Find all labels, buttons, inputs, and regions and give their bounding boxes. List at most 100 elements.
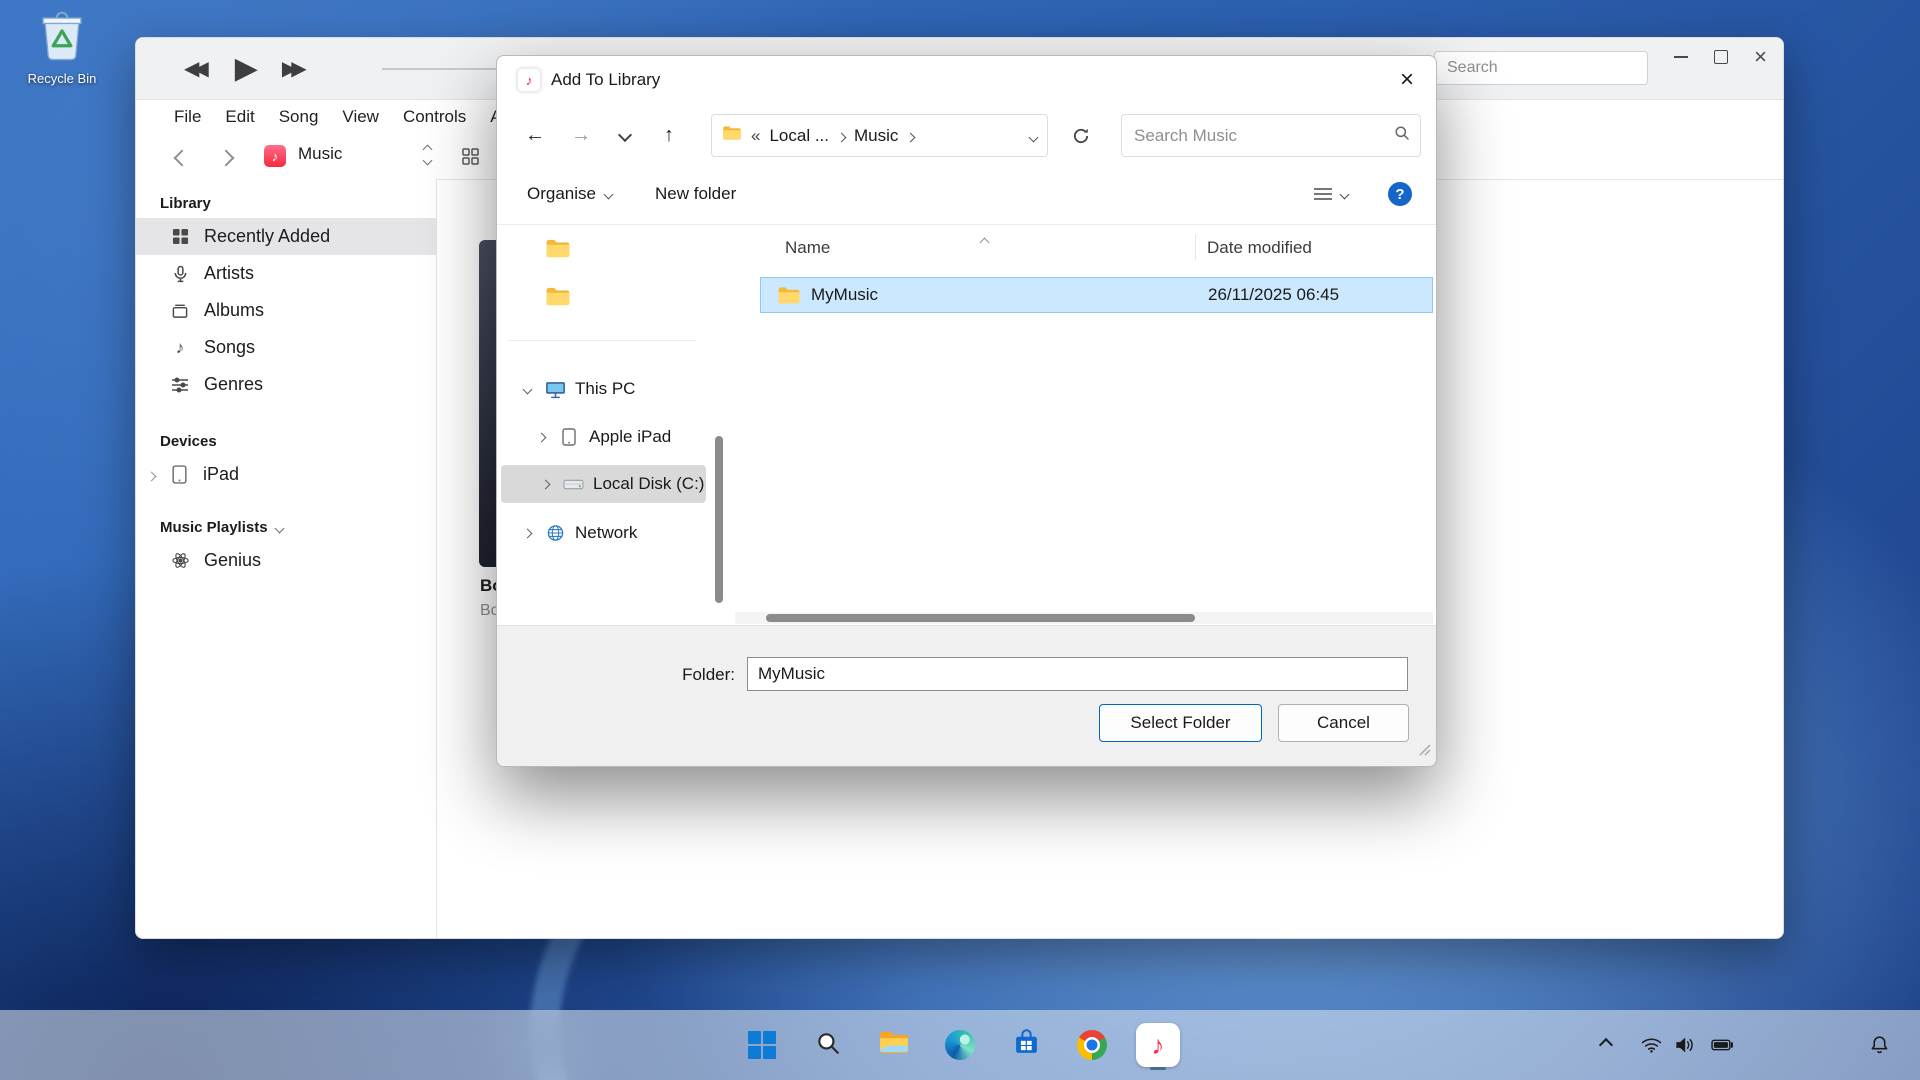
dialog-search-input[interactable] (1132, 125, 1394, 147)
scrollbar-thumb[interactable] (766, 614, 1195, 622)
file-row-mymusic[interactable]: MyMusic 26/11/2025 06:45 (760, 277, 1433, 313)
file-explorer-icon (878, 1029, 910, 1061)
sidebar-item-label: iPad (203, 464, 239, 485)
cancel-button[interactable]: Cancel (1278, 704, 1409, 742)
app-search-input[interactable] (1434, 51, 1648, 85)
tree-item-this-pc[interactable]: This PC (497, 370, 708, 408)
nav-back-button[interactable]: ← (515, 106, 555, 164)
rewind-button[interactable]: ◀◀ (184, 56, 211, 81)
maximize-button[interactable] (1714, 50, 1728, 64)
help-button[interactable]: ? (1388, 182, 1412, 206)
folder-icon[interactable] (545, 286, 571, 312)
minimize-button[interactable] (1674, 56, 1688, 58)
microsoft-store-button[interactable] (1003, 1022, 1049, 1068)
tree-item-network[interactable]: Network (497, 514, 708, 552)
sidebar-playlists-header: Music Playlists (160, 519, 436, 536)
nav-back-icon[interactable] (176, 151, 188, 169)
tree-item-label: Apple iPad (589, 427, 671, 447)
nav-forward-icon[interactable] (220, 151, 232, 169)
folder-field-label: Folder: (597, 665, 735, 685)
scrollbar-thumb[interactable] (715, 436, 723, 603)
sidebar-item-label: Songs (204, 337, 255, 358)
breadcrumb-item[interactable]: Local ... (769, 126, 829, 146)
sidebar-item-albums[interactable]: Albums (136, 292, 436, 329)
dialog-close-button[interactable]: × (1380, 58, 1434, 101)
nav-forward-button[interactable]: → (561, 106, 601, 164)
hidden-icons-chevron[interactable] (1592, 1040, 1620, 1050)
sidebar-item-genres[interactable]: Genres (136, 366, 436, 403)
dialog-search-field[interactable] (1121, 114, 1421, 157)
notification-bell-icon[interactable] (1862, 1035, 1896, 1056)
wifi-icon[interactable] (1636, 1037, 1666, 1054)
sidebar-item-genius[interactable]: Genius (136, 542, 436, 579)
tree-item-apple-ipad[interactable]: Apple iPad (497, 418, 708, 456)
collapse-chevron-icon[interactable] (276, 519, 283, 536)
apple-music-button[interactable]: ♪ (1135, 1022, 1181, 1068)
breadcrumb-overflow[interactable]: « (751, 126, 760, 146)
disclosure-icon[interactable] (148, 464, 155, 485)
expand-chevron-icon[interactable] (533, 434, 549, 441)
column-header-name[interactable]: Name (785, 238, 830, 258)
folder-icon[interactable] (545, 238, 571, 264)
search-icon (815, 1030, 841, 1061)
breadcrumb-separator-icon[interactable] (838, 126, 845, 146)
dialog-titlebar: ♪ Add To Library (497, 56, 1436, 103)
recycle-bin-shortcut[interactable]: Recycle Bin (18, 10, 106, 86)
sidebar-item-recently-added[interactable]: Recently Added (136, 218, 436, 255)
sidebar-item-label: Recently Added (204, 226, 330, 247)
close-window-button[interactable]: × (1754, 46, 1767, 68)
ipad-icon (169, 465, 189, 484)
taskbar-search-button[interactable] (805, 1022, 851, 1068)
file-explorer-button[interactable] (871, 1022, 917, 1068)
start-button[interactable] (739, 1022, 785, 1068)
file-name: MyMusic (811, 285, 878, 305)
file-date-modified: 26/11/2025 06:45 (1208, 285, 1339, 305)
fast-forward-button[interactable]: ▶▶ (282, 56, 309, 81)
expand-chevron-icon[interactable] (537, 481, 553, 488)
column-divider[interactable] (1195, 234, 1196, 260)
resize-grip[interactable] (1417, 742, 1431, 761)
library-picker-chevrons-icon[interactable] (424, 146, 431, 164)
microphone-icon (170, 265, 190, 283)
menu-edit[interactable]: Edit (213, 107, 266, 127)
recent-locations-icon[interactable] (607, 106, 643, 164)
nav-up-button[interactable]: ↑ (649, 106, 689, 164)
expand-chevron-icon[interactable] (519, 530, 535, 537)
new-folder-button[interactable]: New folder (655, 164, 736, 224)
file-list: Name Date modified MyMusic 26/11/2025 06… (735, 224, 1435, 626)
battery-icon[interactable] (1706, 1039, 1738, 1052)
library-picker[interactable]: Music (298, 144, 342, 164)
menu-controls[interactable]: Controls (391, 107, 478, 127)
folder-name-input[interactable] (747, 657, 1408, 691)
column-header-date-modified[interactable]: Date modified (1207, 238, 1312, 258)
tree-item-local-disk[interactable]: Local Disk (C:) (501, 465, 706, 503)
chrome-button[interactable] (1069, 1022, 1115, 1068)
refresh-button[interactable] (1061, 114, 1101, 157)
folder-icon (722, 125, 742, 146)
address-dropdown-icon[interactable] (1030, 126, 1037, 146)
select-folder-button[interactable]: Select Folder (1099, 704, 1262, 742)
navigation-pane: This PC Apple iPad Local Disk (C:) (497, 224, 710, 626)
add-to-library-dialog: ♪ Add To Library × ← → ↑ « Local ... Mus… (496, 55, 1437, 767)
organise-button[interactable]: Organise (527, 164, 612, 224)
edge-button[interactable] (937, 1022, 983, 1068)
menu-song[interactable]: Song (267, 107, 331, 127)
volume-icon[interactable] (1670, 1037, 1700, 1054)
address-bar[interactable]: « Local ... Music (711, 114, 1048, 157)
breadcrumb-item[interactable]: Music (854, 126, 898, 146)
sidebar-item-artists[interactable]: Artists (136, 255, 436, 292)
network-icon (543, 524, 567, 542)
sidebar-item-songs[interactable]: ♪ Songs (136, 329, 436, 366)
expand-chevron-icon[interactable] (519, 386, 535, 393)
sidebar-item-ipad[interactable]: iPad (136, 456, 436, 493)
play-button[interactable]: ▶ (235, 51, 258, 86)
menu-view[interactable]: View (330, 107, 391, 127)
breadcrumb-separator-icon[interactable] (907, 126, 914, 146)
horizontal-scrollbar[interactable] (735, 612, 1433, 624)
vertical-scrollbar[interactable] (713, 224, 725, 626)
grid-view-icon[interactable] (462, 148, 479, 170)
app-search-field[interactable] (1434, 51, 1648, 85)
folder-name-field[interactable] (747, 657, 1408, 691)
menu-file[interactable]: File (162, 107, 213, 127)
view-options-button[interactable] (1313, 164, 1348, 224)
